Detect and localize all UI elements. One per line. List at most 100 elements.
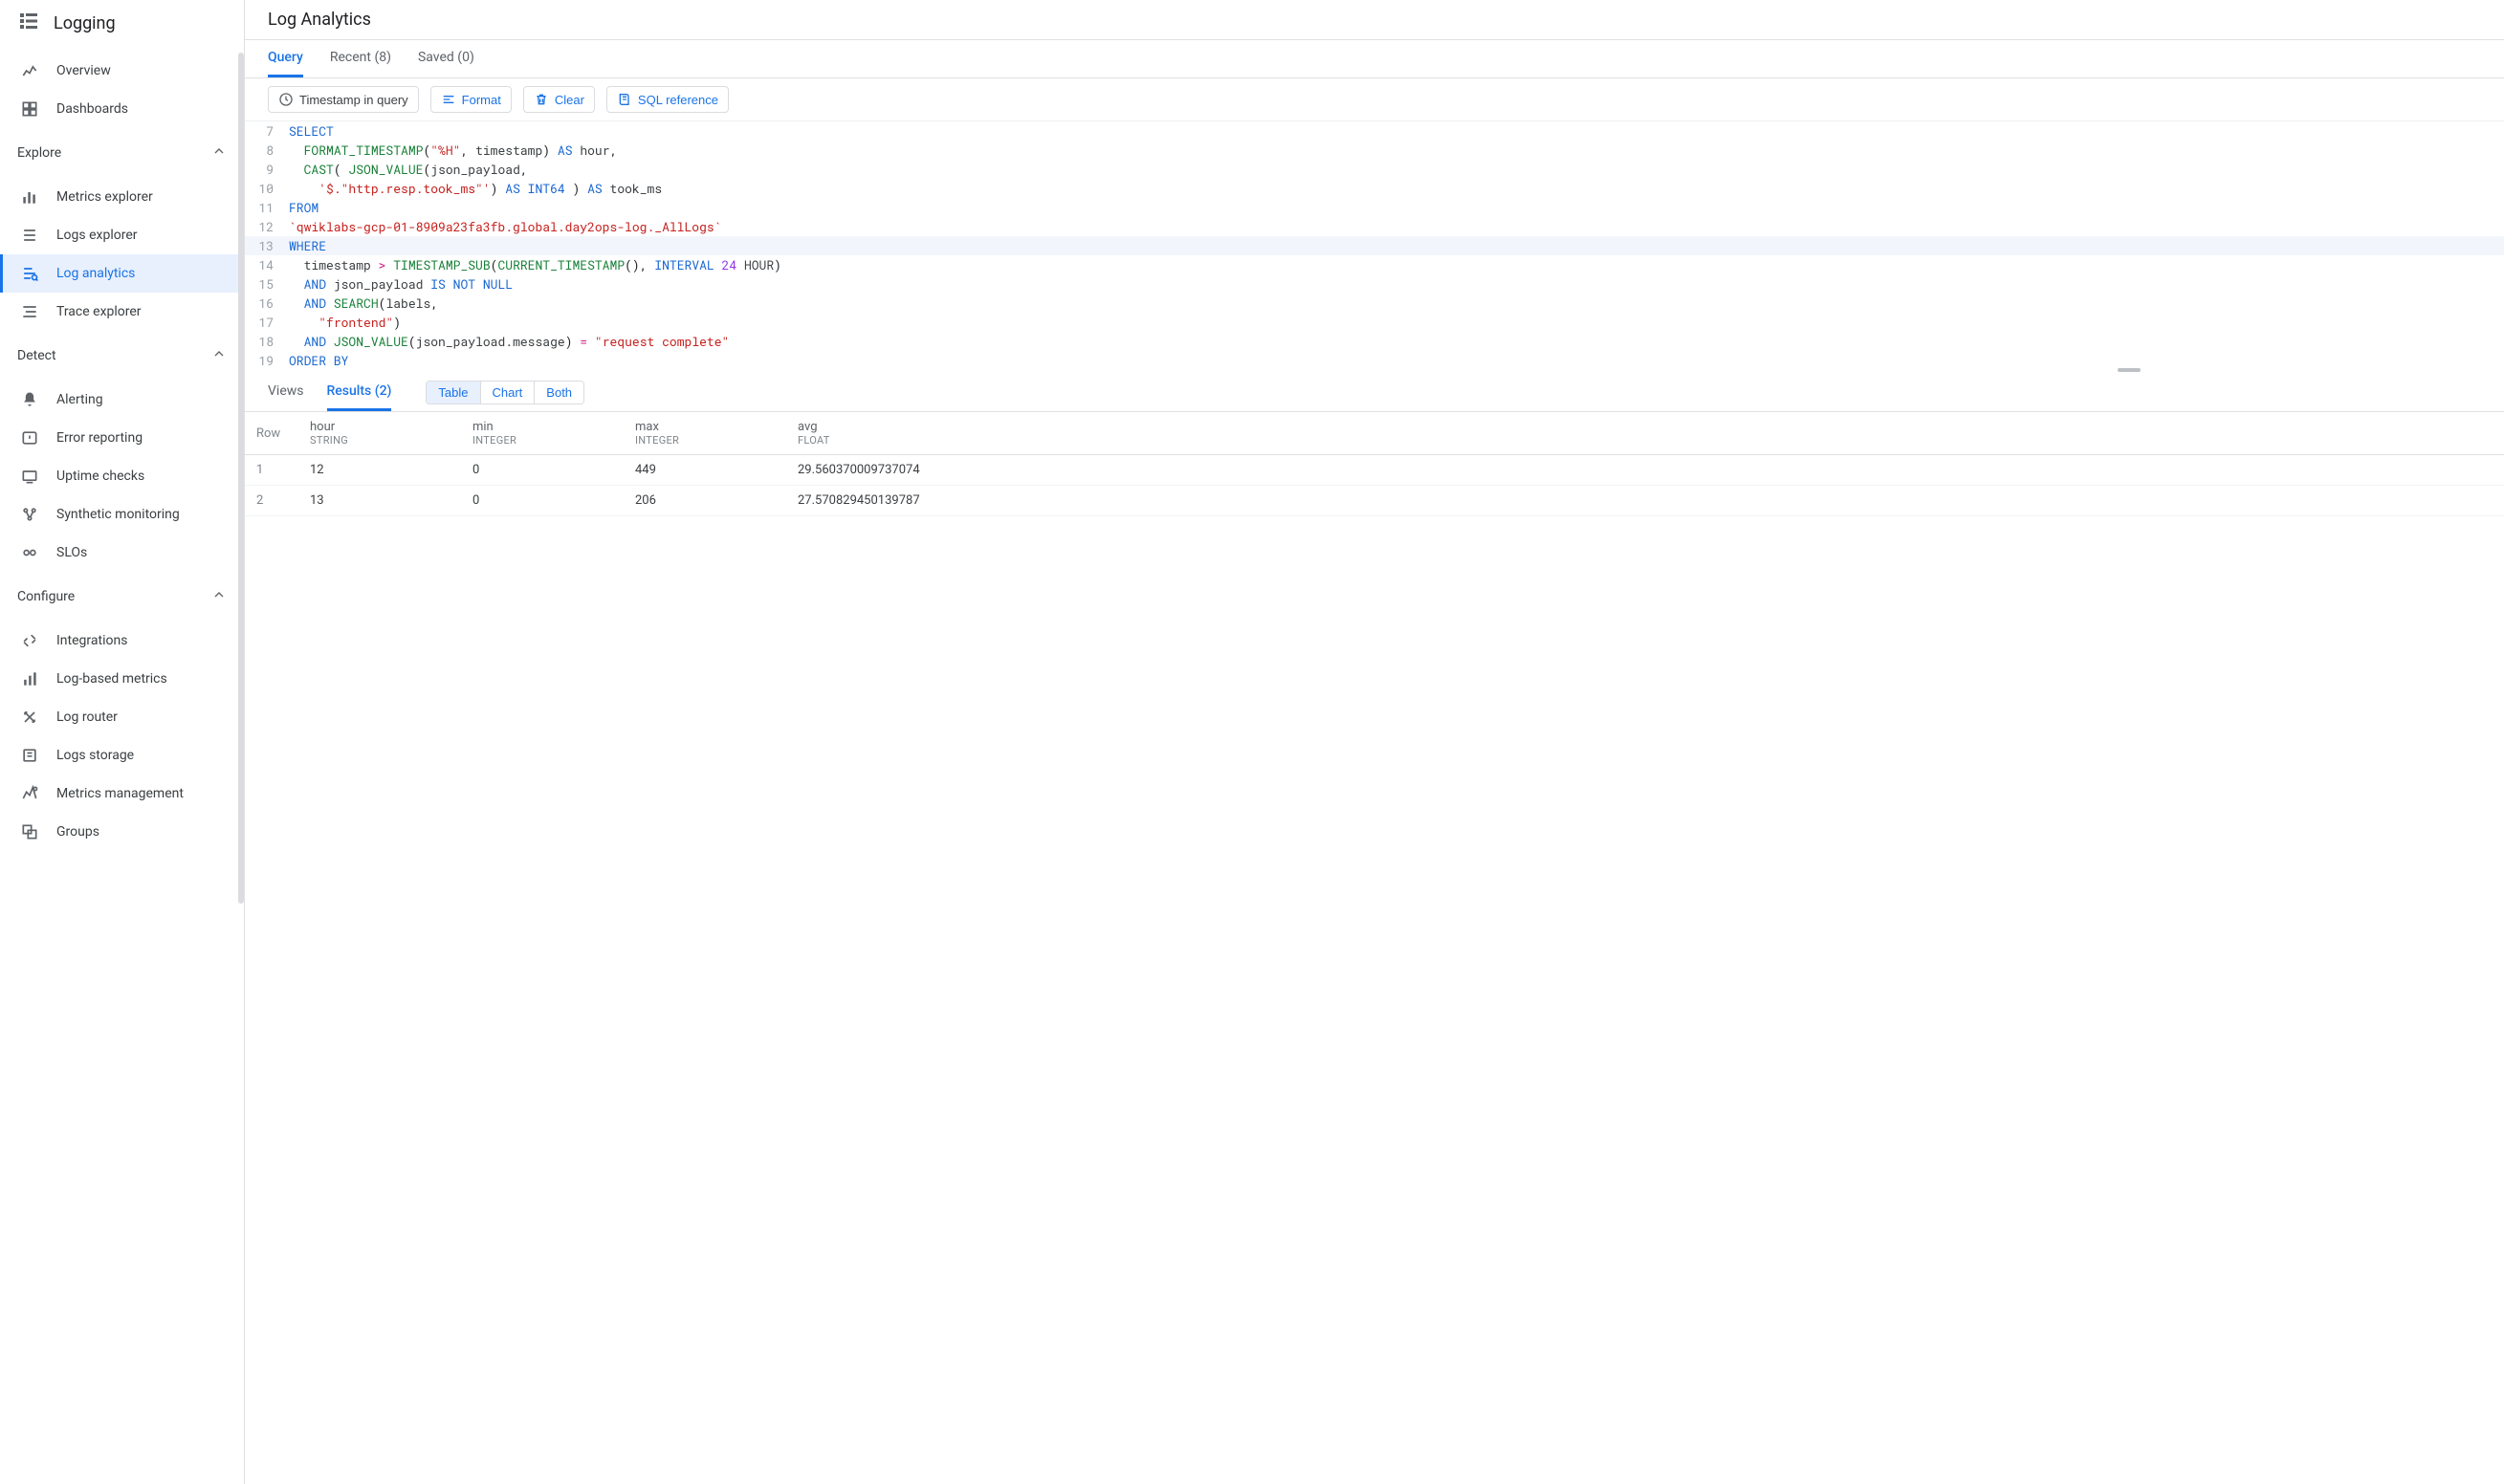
sidebar-item-log-router[interactable]: Log router	[0, 698, 244, 736]
page-header: Log Analytics	[245, 0, 2504, 40]
sidebar-item-log-based-metrics[interactable]: Log-based metrics	[0, 660, 244, 698]
view-mode-chart[interactable]: Chart	[480, 382, 535, 404]
sidebar-item-dashboards[interactable]: Dashboards	[0, 90, 244, 128]
grip-icon	[2118, 368, 2141, 372]
sidebar-item-label: Error reporting	[56, 430, 143, 446]
code-line: 9 CAST( JSON_VALUE(json_payload,	[245, 160, 2504, 179]
sidebar-item-integrations[interactable]: Integrations	[0, 622, 244, 660]
sidebar-item-label: Metrics explorer	[56, 189, 153, 205]
cell-max: 206	[624, 486, 786, 516]
sidebar-item-logs-storage[interactable]: Logs storage	[0, 736, 244, 775]
clear-button[interactable]: Clear	[523, 86, 595, 113]
sidebar-item-trace-explorer[interactable]: Trace explorer	[0, 293, 244, 331]
logging-product-icon	[17, 10, 40, 36]
code-line: 7SELECT	[245, 121, 2504, 141]
sql-reference-button[interactable]: SQL reference	[606, 86, 729, 113]
code-line: 10 '$."http.resp.took_ms"') AS INT64 ) A…	[245, 179, 2504, 198]
format-icon	[441, 92, 456, 107]
sidebar-item-label: SLOs	[56, 545, 87, 560]
line-number: 18	[245, 332, 285, 351]
sidebar-item-metrics-management[interactable]: Metrics management	[0, 775, 244, 813]
book-icon	[617, 92, 632, 107]
column-header-max[interactable]: maxINTEGER	[624, 412, 786, 455]
column-header-avg[interactable]: avgFLOAT	[786, 412, 2504, 455]
clear-label: Clear	[555, 93, 584, 107]
sidebar-item-metrics-explorer[interactable]: Metrics explorer	[0, 178, 244, 216]
code-content: CAST( JSON_VALUE(json_payload,	[285, 160, 528, 179]
line-number: 7	[245, 121, 285, 141]
timestamp-in-query-button[interactable]: Timestamp in query	[268, 86, 419, 113]
resize-handle[interactable]	[245, 370, 2504, 374]
integrations-icon	[20, 631, 39, 650]
code-content: "frontend")	[285, 313, 401, 332]
line-number: 15	[245, 274, 285, 294]
code-content: SELECT	[285, 121, 334, 141]
code-line: 15 AND json_payload IS NOT NULL	[245, 274, 2504, 294]
code-content: FROM	[285, 198, 318, 217]
sidebar-group-explore[interactable]: Explore	[0, 134, 244, 172]
column-header-row[interactable]: Row	[245, 412, 298, 455]
sidebar-item-logs-explorer[interactable]: Logs explorer	[0, 216, 244, 254]
logmetrics-icon	[20, 669, 39, 688]
column-name: Row	[256, 426, 280, 441]
format-button[interactable]: Format	[430, 86, 512, 113]
sidebar-item-synthetic-monitoring[interactable]: Synthetic monitoring	[0, 495, 244, 534]
tab-query[interactable]: Query	[268, 40, 303, 77]
table-row[interactable]: 213020627.570829450139787	[245, 486, 2504, 516]
product-header: Logging	[0, 0, 244, 46]
column-header-hour[interactable]: hourSTRING	[298, 412, 461, 455]
editor-toolbar: Timestamp in query Format Clear SQL refe…	[245, 78, 2504, 120]
code-line: 16 AND SEARCH(labels,	[245, 294, 2504, 313]
group-label: Configure	[17, 589, 75, 604]
bars-icon	[20, 187, 39, 207]
main-content: Log Analytics Query Recent (8) Saved (0) T…	[245, 0, 2504, 1484]
sidebar-item-overview[interactable]: Overview	[0, 52, 244, 90]
tab-recent[interactable]: Recent (8)	[330, 40, 391, 77]
code-line: 19ORDER BY	[245, 351, 2504, 370]
code-content: `qwiklabs-gcp-01-8909a23fa3fb.global.day…	[285, 217, 721, 236]
sidebar-item-alerting[interactable]: Alerting	[0, 381, 244, 419]
error-icon	[20, 428, 39, 447]
table-row[interactable]: 112044929.560370009737074	[245, 455, 2504, 486]
column-type: STRING	[310, 434, 450, 447]
sidebar-item-groups[interactable]: Groups	[0, 813, 244, 851]
group-label: Explore	[17, 145, 61, 161]
sidebar-item-log-analytics[interactable]: Log analytics	[0, 254, 244, 293]
column-name: hour	[310, 420, 335, 434]
view-mode-table[interactable]: Table	[427, 382, 479, 404]
chevron-up-icon	[211, 143, 227, 163]
code-line: 14 timestamp > TIMESTAMP_SUB(CURRENT_TIM…	[245, 255, 2504, 274]
groups-icon	[20, 822, 39, 841]
sidebar-group-configure[interactable]: Configure	[0, 578, 244, 616]
cell-n: 2	[245, 486, 298, 516]
view-toggle: TableChartBoth	[426, 381, 584, 404]
group-label: Detect	[17, 348, 56, 363]
code-content: timestamp > TIMESTAMP_SUB(CURRENT_TIMEST…	[285, 255, 781, 274]
sql-editor[interactable]: 7SELECT8 FORMAT_TIMESTAMP("%H", timestam…	[245, 120, 2504, 370]
overview-icon	[20, 61, 39, 80]
view-mode-both[interactable]: Both	[534, 382, 583, 404]
sidebar-group-detect[interactable]: Detect	[0, 337, 244, 375]
sidebar-item-label: Overview	[56, 63, 111, 78]
sidebar-item-slos[interactable]: SLOs	[0, 534, 244, 572]
chevron-up-icon	[211, 587, 227, 606]
column-header-min[interactable]: minINTEGER	[461, 412, 624, 455]
synthetic-icon	[20, 505, 39, 524]
cell-min: 0	[461, 455, 624, 486]
sidebar-item-uptime-checks[interactable]: Uptime checks	[0, 457, 244, 495]
chevron-up-icon	[211, 346, 227, 365]
results-tab-views[interactable]: Views	[268, 374, 304, 411]
query-tabs: Query Recent (8) Saved (0)	[245, 40, 2504, 78]
tab-saved[interactable]: Saved (0)	[418, 40, 474, 77]
mmanage-icon	[20, 784, 39, 803]
results-tab-results[interactable]: Results (2)	[327, 374, 392, 411]
code-line: 11FROM	[245, 198, 2504, 217]
sidebar-item-label: Metrics management	[56, 786, 184, 801]
sidebar-item-label: Alerting	[56, 392, 103, 407]
column-name: min	[472, 420, 494, 434]
sidebar-item-error-reporting[interactable]: Error reporting	[0, 419, 244, 457]
line-number: 16	[245, 294, 285, 313]
column-type: FLOAT	[798, 434, 2493, 447]
uptime-icon	[20, 467, 39, 486]
sidebar-item-label: Integrations	[56, 633, 127, 648]
